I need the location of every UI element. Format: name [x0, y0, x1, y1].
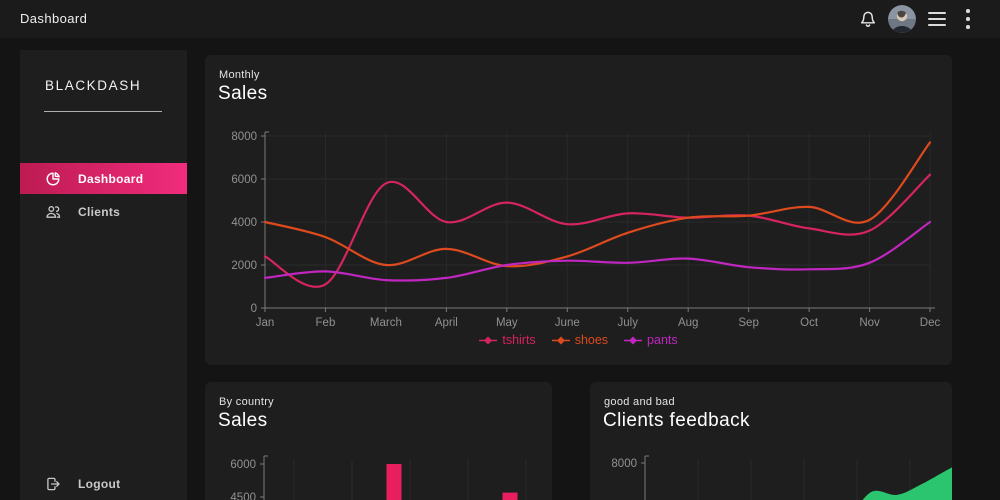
- svg-text:Aug: Aug: [678, 317, 698, 329]
- svg-text:May: May: [496, 317, 518, 329]
- page-title: Dashboard: [20, 11, 88, 26]
- legend-item-pants[interactable]: pants: [624, 333, 678, 347]
- svg-text:Oct: Oct: [800, 317, 819, 329]
- sidebar-item-clients[interactable]: Clients: [20, 196, 187, 227]
- svg-text:April: April: [435, 317, 458, 329]
- legend-label: pants: [647, 333, 678, 347]
- avatar-photo: [888, 5, 916, 33]
- logout-label: Logout: [78, 476, 121, 491]
- svg-text:6000: 6000: [230, 459, 256, 471]
- sidebar-item-label: Dashboard: [78, 171, 144, 186]
- svg-text:2000: 2000: [231, 260, 257, 272]
- svg-text:8000: 8000: [231, 131, 257, 143]
- logout-button[interactable]: Logout: [20, 468, 187, 499]
- legend-item-shoes[interactable]: shoes: [551, 333, 609, 347]
- svg-text:Nov: Nov: [859, 317, 880, 329]
- svg-text:March: March: [370, 317, 402, 329]
- sidebar-item-dashboard[interactable]: Dashboard: [20, 163, 187, 194]
- svg-text:Jan: Jan: [256, 317, 275, 329]
- menu-icon[interactable]: [928, 12, 946, 26]
- clients-feedback-area-chart: 8000: [611, 455, 952, 500]
- country-sales-card: By country Sales 6000 4500: [205, 382, 552, 500]
- line-series-shoes: [263, 141, 932, 268]
- svg-text:8000: 8000: [611, 458, 637, 470]
- line-series-pants: [263, 220, 932, 282]
- logout-icon: [47, 477, 60, 490]
- monthly-sales-card: Monthly Sales 0 2000 4000 6000 8000 Jan Feb Mar…: [205, 55, 952, 365]
- bell-icon[interactable]: [859, 10, 877, 28]
- user-avatar[interactable]: [888, 5, 916, 33]
- svg-text:6000: 6000: [231, 174, 257, 186]
- svg-text:June: June: [555, 317, 580, 329]
- svg-text:Feb: Feb: [316, 317, 336, 329]
- svg-text:July: July: [618, 317, 639, 329]
- sidebar: BLACKDASH Dashboard Clients Logout: [20, 50, 187, 500]
- users-icon: [46, 205, 61, 218]
- legend-marker-icon: [479, 336, 498, 344]
- country-sales-bar-chart: 6000 4500: [230, 455, 527, 500]
- svg-text:Sep: Sep: [738, 317, 758, 329]
- svg-text:0: 0: [251, 303, 257, 315]
- app-root: Dashboard BLACKDASH Dashboard Clients Lo…: [0, 0, 1000, 500]
- legend-label: shoes: [574, 333, 609, 347]
- legend-item-tshirts[interactable]: tshirts: [479, 333, 536, 347]
- legend-marker-icon: [551, 336, 570, 344]
- topbar: Dashboard: [0, 0, 1000, 38]
- monthly-sales-line-chart: 0 2000 4000 6000 8000 Jan Feb March April May June…: [231, 131, 941, 329]
- pie-chart-icon: [46, 171, 60, 185]
- svg-text:4500: 4500: [230, 492, 256, 500]
- svg-text:Dec: Dec: [920, 317, 941, 329]
- brand-divider: [44, 111, 162, 112]
- legend-label: tshirts: [502, 333, 536, 347]
- svg-text:4000: 4000: [231, 217, 257, 229]
- clients-feedback-card: good and bad Clients feedback 8000: [590, 382, 952, 500]
- area-feedback-good: [862, 467, 952, 500]
- bar-country-sales: [386, 464, 402, 500]
- sidebar-item-label: Clients: [78, 204, 121, 219]
- more-options-icon[interactable]: [962, 9, 974, 29]
- chart-legend: tshirts shoes pants: [205, 333, 952, 347]
- legend-marker-icon: [624, 336, 643, 344]
- brand-logo: BLACKDASH: [45, 78, 142, 93]
- bar-country-sales: [502, 492, 518, 500]
